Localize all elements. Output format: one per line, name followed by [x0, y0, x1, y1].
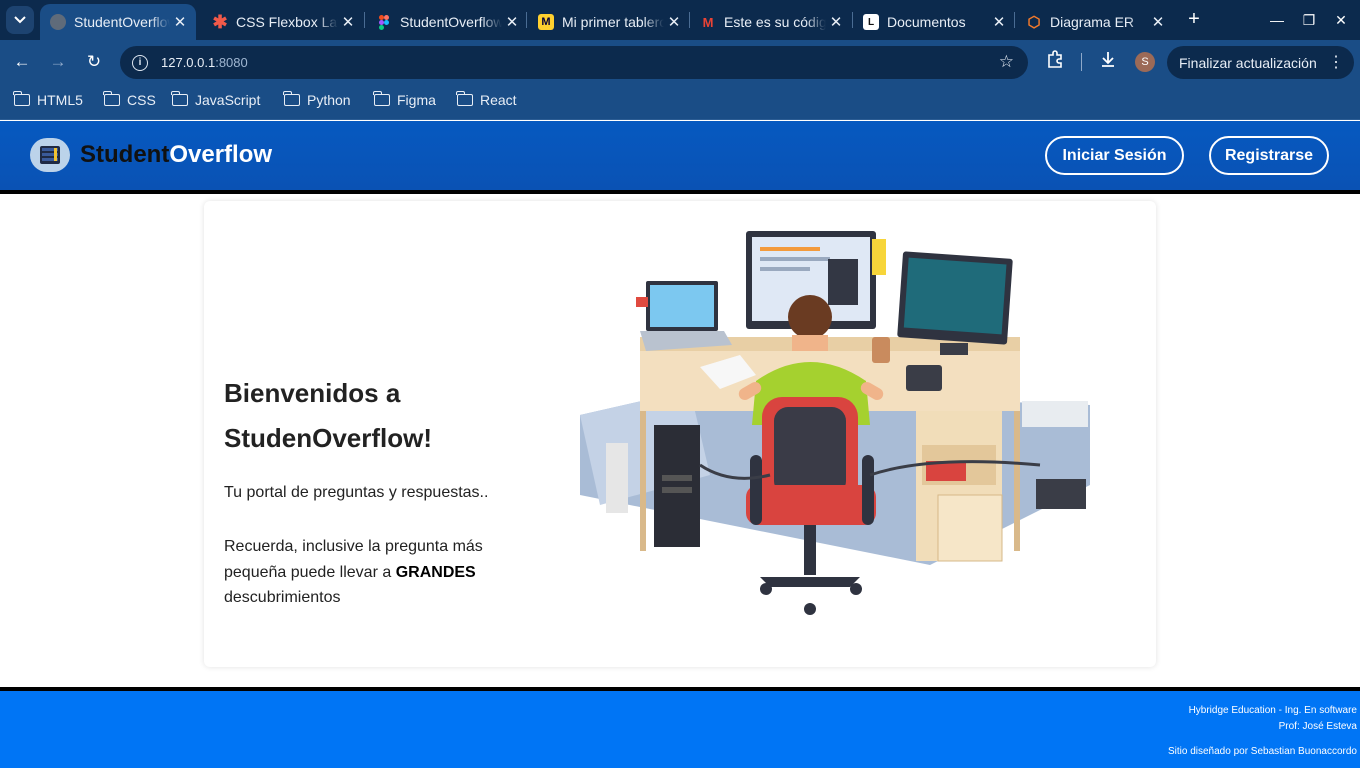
bookmark-react[interactable]: React	[456, 91, 517, 108]
tab-documentos[interactable]: L Documentos ✕	[853, 4, 1015, 40]
close-tab-icon[interactable]: ✕	[170, 13, 190, 31]
globe-icon	[50, 14, 66, 30]
tab-title: CSS Flexbox Layout	[236, 14, 338, 30]
tab-css-flexbox[interactable]: ✱ CSS Flexbox Layout ✕	[202, 4, 364, 40]
server-logo-icon	[40, 146, 60, 164]
site-header: StudentOverflow Iniciar Sesión Registrar…	[0, 121, 1360, 190]
bookmark-javascript[interactable]: JavaScript	[171, 91, 261, 108]
close-tab-icon[interactable]: ✕	[989, 13, 1009, 31]
browser-tabstrip: StudentOverflow ✕ ✱ CSS Flexbox Layout ✕…	[0, 0, 1360, 40]
close-tab-icon[interactable]: ✕	[502, 13, 522, 31]
close-window-icon[interactable]: ✕	[1329, 8, 1353, 32]
folder-icon	[13, 91, 30, 106]
close-tab-icon[interactable]: ✕	[664, 13, 684, 31]
bookmark-label: CSS	[127, 92, 156, 108]
bookmark-label: Figma	[397, 92, 436, 108]
gmail-icon: M	[702, 14, 714, 30]
extensions-icon[interactable]	[1043, 50, 1067, 74]
logo[interactable]	[30, 138, 70, 172]
close-tab-icon[interactable]: ✕	[338, 13, 358, 31]
bookmarks-bar: HTML5 CSS JavaScript Python Figma React	[0, 84, 1360, 120]
tab-title: Mi primer tablero	[562, 14, 664, 30]
hexagon-icon: ⬡	[1027, 14, 1041, 31]
tab-title: StudentOverflow	[74, 14, 170, 30]
address-bar[interactable]: i 127.0.0.1:8080 ☆	[120, 46, 1028, 79]
document-app-icon: L	[863, 14, 879, 30]
folder-icon	[171, 91, 188, 106]
download-icon[interactable]	[1096, 50, 1120, 74]
site-info-icon[interactable]: i	[132, 54, 148, 71]
bookmark-label: React	[480, 92, 517, 108]
bookmark-label: HTML5	[37, 92, 83, 108]
figma-icon	[376, 14, 392, 30]
folder-icon	[283, 91, 300, 106]
bookmark-star-icon[interactable]: ☆	[999, 52, 1014, 72]
welcome-card: Bienvenidos a StudenOverflow! Tu portal …	[204, 201, 1156, 667]
close-tab-icon[interactable]: ✕	[1148, 13, 1168, 31]
welcome-message: Recuerda, inclusive la pregunta más pequ…	[224, 534, 514, 611]
bookmark-figma[interactable]: Figma	[373, 91, 436, 108]
back-button[interactable]: ←	[10, 50, 34, 74]
url-host: 127.0.0.1	[161, 55, 216, 70]
developer-desk-illustration	[580, 231, 1090, 615]
tab-search-button[interactable]	[6, 6, 34, 34]
site-footer: Hybridge Education - Ing. En software Pr…	[0, 691, 1360, 768]
message-emphasis: GRANDES	[395, 563, 476, 581]
url-text[interactable]: 127.0.0.1:8080	[161, 55, 248, 70]
footer-school: Hybridge Education - Ing. En software	[1188, 705, 1357, 716]
tab-figma-studentoverflow[interactable]: StudentOverflow ✕	[366, 4, 528, 40]
tab-title: Este es su código	[724, 14, 826, 30]
tab-gmail[interactable]: M Este es su código ✕	[690, 4, 852, 40]
message-text-end: descubrimientos	[224, 589, 341, 606]
profile-avatar[interactable]: S	[1135, 52, 1155, 72]
tab-separator	[364, 12, 365, 28]
tab-title: Diagrama ER	[1050, 14, 1135, 30]
tab-separator	[1014, 12, 1015, 28]
bookmark-label: Python	[307, 92, 351, 108]
tab-title: StudentOverflow	[400, 14, 502, 30]
more-menu-icon[interactable]: ⋮	[1328, 52, 1344, 72]
asterisk-icon: ✱	[212, 11, 228, 32]
finish-update-button[interactable]: Finalizar actualización ⋮	[1167, 46, 1354, 79]
brand-part-1: Student	[80, 141, 170, 168]
toolbar-divider	[1081, 53, 1082, 71]
tab-title: Documentos	[887, 14, 966, 30]
reload-button[interactable]: ↻	[82, 50, 106, 74]
header-divider	[0, 190, 1360, 194]
new-tab-button[interactable]: +	[1182, 8, 1206, 32]
finish-update-label: Finalizar actualización	[1179, 54, 1317, 71]
folder-icon	[456, 91, 473, 106]
footer-professor: Prof: José Esteva	[1278, 721, 1357, 732]
close-tab-icon[interactable]: ✕	[826, 13, 846, 31]
bookmark-python[interactable]: Python	[283, 91, 351, 108]
tab-diagrama-er[interactable]: ⬡ Diagrama ER ✕	[1016, 4, 1174, 40]
tab-studentoverflow-active[interactable]: StudentOverflow ✕	[40, 4, 196, 40]
welcome-title: Bienvenidos a StudenOverflow!	[224, 378, 433, 453]
login-button[interactable]: Iniciar Sesión	[1045, 136, 1184, 175]
register-button[interactable]: Registrarse	[1209, 136, 1329, 175]
bookmark-css[interactable]: CSS	[103, 91, 156, 108]
folder-icon	[103, 91, 120, 106]
tab-separator	[526, 12, 527, 28]
browser-toolbar: ← → ↻ i 127.0.0.1:8080 ☆	[0, 40, 1360, 84]
brand-part-2: Overflow	[169, 141, 273, 168]
brand-name[interactable]: StudentOverflow	[80, 141, 272, 169]
welcome-tagline: Tu portal de preguntas y respuestas..	[224, 484, 489, 501]
footer-credits: Sitio diseñado por Sebastian Buonaccordo	[1167, 746, 1357, 757]
miro-icon: M	[538, 14, 554, 30]
chevron-down-icon	[14, 16, 26, 24]
url-port: :8080	[215, 55, 248, 70]
tab-miro-board[interactable]: M Mi primer tablero ✕	[528, 4, 690, 40]
bookmark-label: JavaScript	[195, 92, 261, 108]
folder-icon	[373, 91, 390, 106]
minimize-icon[interactable]: —	[1265, 8, 1289, 32]
restore-icon[interactable]: ❐	[1297, 8, 1321, 32]
bookmark-html5[interactable]: HTML5	[13, 91, 83, 108]
forward-button[interactable]: →	[46, 50, 70, 74]
